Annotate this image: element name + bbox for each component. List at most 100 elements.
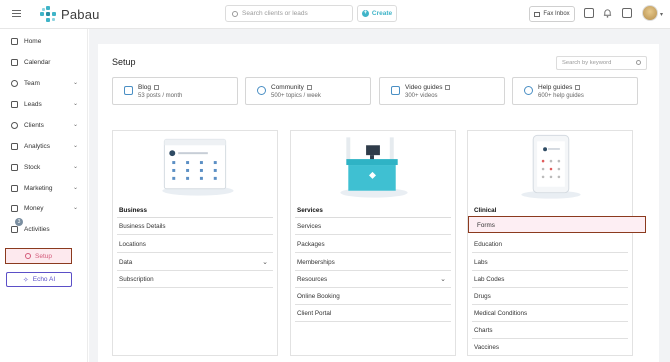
- logo[interactable]: Pabau: [40, 6, 100, 23]
- sidebar-item-stock[interactable]: Stock ⌄: [0, 159, 88, 175]
- page-title: Setup: [112, 57, 136, 67]
- chevron-down-icon: ⌄: [72, 164, 78, 170]
- clinical-illustration: [521, 134, 581, 199]
- video-icon: [391, 86, 400, 95]
- setup-item-client-portal[interactable]: Client Portal: [295, 305, 451, 322]
- search-icon: [232, 10, 238, 17]
- resource-card-blog[interactable]: Blog 53 posts / month: [112, 77, 238, 105]
- chevron-down-icon: ⌄: [72, 143, 78, 149]
- sidebar-item-label: Leads: [24, 100, 42, 108]
- analytics-icon: [11, 142, 18, 150]
- setup-item-business-details[interactable]: Business Details: [117, 218, 273, 235]
- setup-item-lab-codes[interactable]: Lab Codes: [472, 271, 628, 288]
- setup-item-resources[interactable]: Resources ⌄: [295, 271, 451, 288]
- keyword-search-placeholder: Search by keyword: [562, 60, 612, 66]
- resource-subtitle: 600+ help guides: [538, 93, 584, 99]
- setup-item-label: Education: [474, 241, 503, 248]
- team-icon: [11, 79, 18, 87]
- setup-item-label: Client Portal: [297, 310, 332, 317]
- money-icon: [11, 204, 18, 212]
- community-icon: [257, 86, 266, 95]
- fax-icon: [534, 11, 541, 17]
- setup-item-label: Lab Codes: [474, 276, 505, 283]
- sidebar-item-analytics[interactable]: Analytics ⌄: [0, 138, 88, 154]
- resource-title: Help guides: [538, 84, 573, 91]
- echo-ai-button[interactable]: ✧ Echo AI: [6, 272, 72, 287]
- sidebar-item-setup[interactable]: Setup: [5, 248, 72, 264]
- setup-item-label: Data: [119, 259, 133, 266]
- sidebar: Home Calendar Team ⌄ Leads ⌄ Clients ⌄ A…: [0, 29, 88, 362]
- setup-item-medical-conditions[interactable]: Medical Conditions: [472, 305, 628, 322]
- setup-item-locations[interactable]: Locations: [117, 236, 273, 253]
- resource-subtitle: 300+ videos: [405, 93, 438, 99]
- setup-item-data[interactable]: Data ⌄: [117, 254, 273, 271]
- gear-icon: [25, 253, 31, 259]
- resource-subtitle: 53 posts / month: [138, 93, 183, 99]
- sidebar-item-home[interactable]: Home: [0, 33, 88, 49]
- create-label: Create: [371, 10, 393, 17]
- setup-label: Setup: [35, 252, 52, 260]
- fax-inbox-button[interactable]: Fax Inbox: [529, 6, 575, 22]
- setup-item-label: Services: [297, 223, 322, 230]
- plus-icon: +: [361, 10, 369, 17]
- create-button[interactable]: + Create: [357, 5, 397, 22]
- resource-card-video-guides[interactable]: Video guides 300+ videos: [379, 77, 505, 105]
- setup-item-label: Packages: [297, 241, 325, 248]
- chevron-down-icon: ⌄: [72, 101, 78, 107]
- services-column: Services Services Packages Memberships R…: [290, 130, 456, 356]
- resource-title: Blog: [138, 84, 152, 91]
- chevron-down-icon: ⌄: [72, 122, 78, 128]
- setup-item-education[interactable]: Education: [472, 236, 628, 253]
- resource-card-help-guides[interactable]: Help guides 600+ help guides: [512, 77, 638, 105]
- sidebar-item-team[interactable]: Team ⌄: [0, 75, 88, 91]
- resource-title: Community: [271, 84, 304, 91]
- sidebar-item-leads[interactable]: Leads ⌄: [0, 96, 88, 112]
- resource-card-community[interactable]: Community 500+ topics / week: [245, 77, 371, 105]
- setup-item-labs[interactable]: Labs: [472, 254, 628, 271]
- pabau-logo-icon: [40, 6, 57, 23]
- sidebar-item-label: Stock: [24, 163, 41, 171]
- setup-item-memberships[interactable]: Memberships: [295, 254, 451, 271]
- sidebar-item-calendar[interactable]: Calendar: [0, 54, 88, 70]
- setup-item-forms[interactable]: Forms: [468, 216, 646, 233]
- sidebar-item-marketing[interactable]: Marketing ⌄: [0, 180, 88, 196]
- setup-item-label: Vaccines: [474, 344, 500, 351]
- business-heading: Business: [119, 207, 147, 214]
- setup-item-online-booking[interactable]: Online Booking: [295, 288, 451, 305]
- sidebar-item-label: Clients: [24, 121, 44, 129]
- activities-icon: [11, 225, 18, 233]
- setup-item-vaccines[interactable]: Vaccines: [472, 339, 628, 356]
- clinical-heading: Clinical: [474, 207, 497, 214]
- setup-item-drugs[interactable]: Drugs: [472, 288, 628, 305]
- business-column: Business Business Details Locations Data…: [112, 130, 278, 356]
- resource-title: Video guides: [405, 84, 443, 91]
- services-heading: Services: [297, 207, 323, 214]
- bell-icon[interactable]: [603, 8, 612, 18]
- setup-item-services[interactable]: Services: [295, 218, 451, 235]
- menu-icon[interactable]: [12, 10, 21, 18]
- external-link-icon: [575, 84, 581, 90]
- sidebar-item-clients[interactable]: Clients ⌄: [0, 117, 88, 133]
- setup-item-charts[interactable]: Charts: [472, 322, 628, 339]
- sidebar-item-activities[interactable]: 3 Activities: [0, 218, 88, 237]
- setup-item-label: Forms: [477, 222, 495, 229]
- sidebar-item-label: Home: [24, 37, 42, 45]
- calendar-icon: [11, 58, 18, 66]
- calendar-icon[interactable]: [584, 8, 594, 18]
- clients-icon: [11, 121, 18, 129]
- avatar[interactable]: [642, 5, 658, 21]
- keyword-search-input[interactable]: Search by keyword: [556, 56, 647, 70]
- chevron-down-icon[interactable]: ▾: [660, 11, 663, 18]
- app-name: Pabau: [61, 7, 100, 22]
- clinical-column: Clinical Forms Education Labs Lab Codes …: [467, 130, 646, 356]
- top-bar: Pabau Search clients or leads + Create F…: [0, 0, 670, 29]
- setup-item-label: Charts: [474, 327, 493, 334]
- setup-item-packages[interactable]: Packages: [295, 236, 451, 253]
- echo-label: Echo AI: [32, 276, 56, 283]
- global-search-input[interactable]: Search clients or leads: [225, 5, 353, 22]
- sidebar-item-label: Activities: [24, 225, 50, 233]
- blog-icon: [124, 86, 133, 95]
- wallet-icon[interactable]: [622, 8, 632, 18]
- setup-item-subscription[interactable]: Subscription: [117, 271, 273, 288]
- sidebar-item-money[interactable]: Money ⌄: [0, 200, 88, 216]
